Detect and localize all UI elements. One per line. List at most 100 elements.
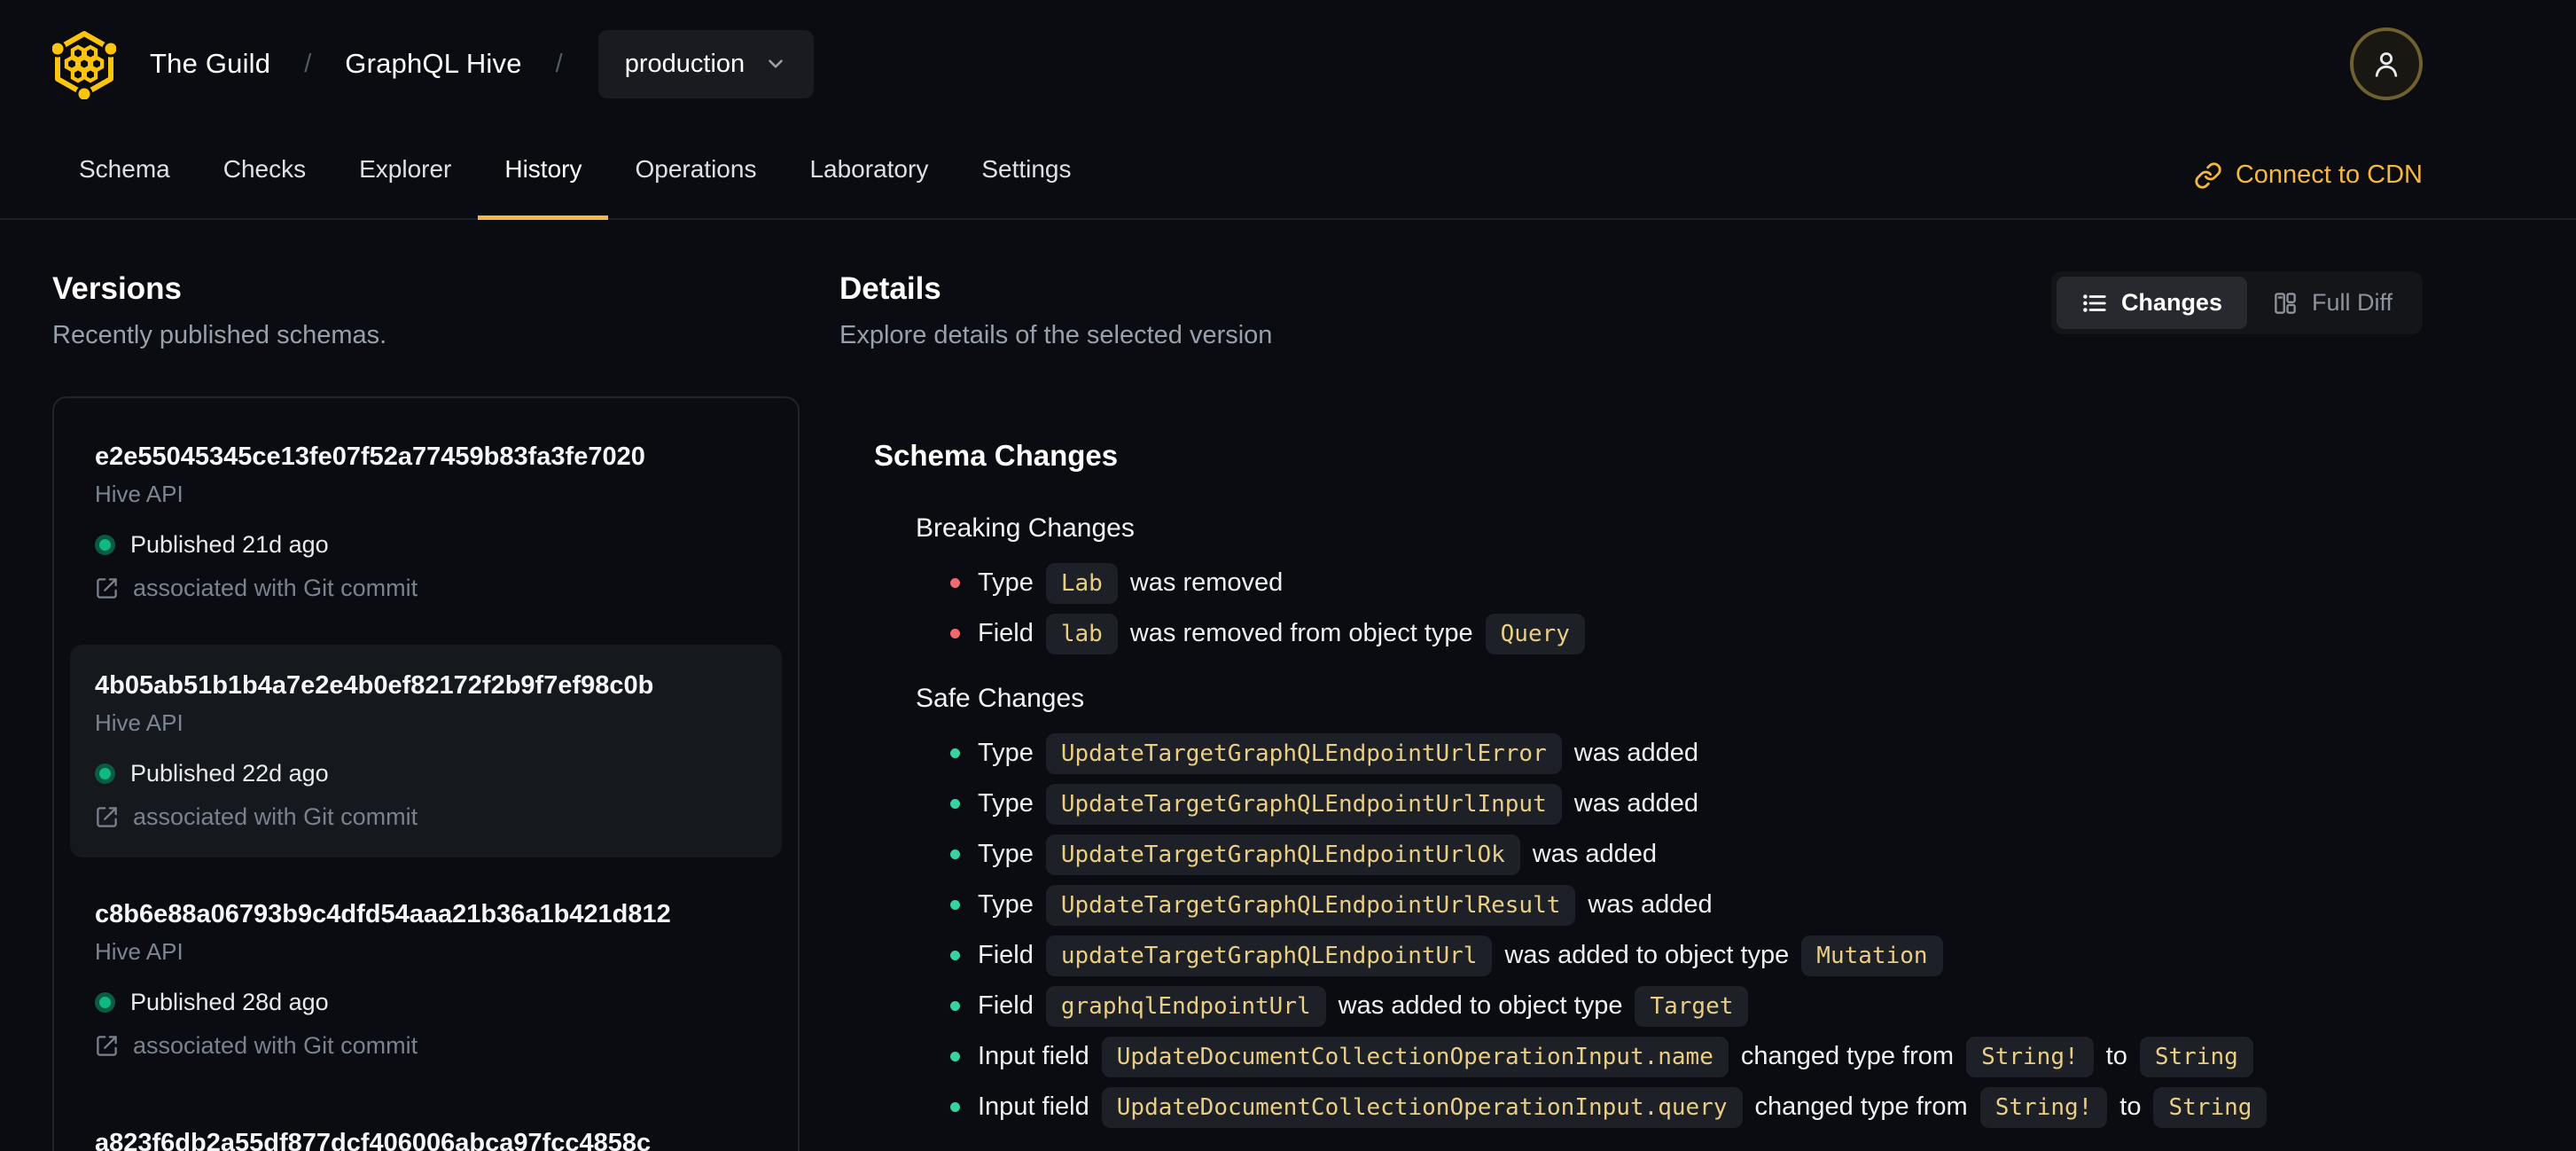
code-chip: UpdateTargetGraphQLEndpointUrlOk (1045, 834, 1520, 875)
published-text: Published 22d ago (130, 760, 329, 787)
version-list-item[interactable]: e2e55045345ce13fe07f52a77459b83fa3fe7020… (70, 416, 782, 629)
section-label: Breaking Changes (916, 513, 1135, 543)
user-menu-button[interactable] (2350, 27, 2423, 100)
versions-subtitle: Recently published schemas. (52, 321, 387, 349)
code-chip: UpdateDocumentCollectionOperationInput.n… (1101, 1036, 1729, 1077)
tab-laboratory[interactable]: Laboratory (783, 155, 955, 220)
change-bullet-icon (950, 748, 960, 758)
change-text: was added (1573, 789, 1699, 818)
target-selector-dropdown[interactable]: production (597, 29, 815, 98)
tab-explorer[interactable]: Explorer (332, 155, 478, 220)
schema-change-row: Field graphqlEndpointUrl was added to obje… (950, 981, 2423, 1031)
version-list-item[interactable]: 4b05ab51b1b4a7e2e4b0ef82172f2b9f7ef98c0b… (70, 645, 782, 857)
change-text: was removed from object type (1129, 619, 1473, 647)
schema-changes-heading: Schema Changes (874, 439, 1119, 472)
external-link-icon (97, 1036, 117, 1056)
version-list-item[interactable]: a823f6db2a55df877dcf406006abca97fcc4858c… (70, 1102, 782, 1151)
git-commit-link[interactable]: associated with Git commit (95, 803, 757, 831)
git-commit-link[interactable]: associated with Git commit (95, 575, 757, 602)
tab-checks[interactable]: Checks (197, 155, 332, 220)
external-link-icon (97, 578, 117, 599)
schema-change-row: Type UpdateTargetGraphQLEndpointUrlError w… (950, 728, 2423, 779)
change-bullet-icon (950, 850, 960, 859)
full-diff-view-label: Full Diff (2311, 289, 2393, 316)
change-text: Input field (978, 1092, 1089, 1121)
change-text: changed type from (1740, 1042, 1955, 1070)
schema-change-row: Type UpdateTargetGraphQLEndpointUrlResult… (950, 880, 2423, 930)
change-bullet-icon (950, 900, 960, 910)
change-text: was added (1573, 739, 1699, 767)
user-icon (2375, 52, 2398, 77)
change-text: Input field (978, 1042, 1089, 1070)
change-text: to (2119, 1092, 2142, 1121)
tab-settings[interactable]: Settings (955, 155, 1097, 220)
tab-history[interactable]: History (478, 155, 609, 220)
changes-section-breaking: Breaking Changes Type Lab was removed Field l… (916, 513, 2423, 659)
code-chip: String! (1966, 1036, 2094, 1077)
connect-to-cdn-button[interactable]: Connect to CDN (2194, 161, 2423, 218)
change-text: was added to object type (1504, 941, 1790, 969)
published-text: Published 21d ago (130, 531, 329, 558)
version-status: Published 21d ago (95, 531, 757, 559)
connect-to-cdn-label: Connect to CDN (2235, 161, 2423, 189)
version-hash: a823f6db2a55df877dcf406006abca97fcc4858c (95, 1129, 652, 1151)
change-text: Field (978, 941, 1034, 969)
change-list: Type UpdateTargetGraphQLEndpointUrlError w… (950, 728, 2423, 1132)
published-status-dot (95, 763, 115, 784)
version-service: Hive API (95, 481, 183, 507)
tab-operations[interactable]: Operations (608, 155, 783, 220)
full-diff-view-button[interactable]: Full Diff (2247, 277, 2417, 329)
version-hash: c8b6e88a06793b9c4dfd54aaa21b36a1b421d812 (95, 900, 671, 928)
breadcrumb-separator: / (304, 49, 312, 78)
change-bullet-icon (950, 951, 960, 960)
version-service: Hive API (95, 709, 183, 736)
details-panel: Details Explore details of the selected … (839, 271, 2423, 1151)
changes-view-label: Changes (2120, 289, 2222, 316)
tab-bar: Schema Checks Explorer History Operations Lab… (0, 115, 2576, 220)
change-bullet-icon (950, 799, 960, 809)
git-commit-link[interactable]: associated with Git commit (95, 1032, 757, 1060)
code-chip: Target (1635, 985, 1749, 1027)
schema-changes: Schema Changes Breaking Changes Type Lab wa… (874, 439, 2423, 1132)
external-link-icon (97, 807, 117, 827)
target-selector-value: production (624, 49, 745, 78)
version-list-item[interactable]: c8b6e88a06793b9c4dfd54aaa21b36a1b421d812… (70, 873, 782, 1086)
details-title: Details (839, 271, 941, 306)
change-text: was added to object type (1338, 991, 1623, 1020)
change-text: Type (978, 739, 1034, 767)
change-text: Type (978, 789, 1034, 818)
change-text: Type (978, 890, 1034, 919)
changes-view-button[interactable]: Changes (2056, 277, 2247, 329)
breadcrumb-project[interactable]: GraphQL Hive (345, 48, 521, 80)
schema-change-row: Type UpdateTargetGraphQLEndpointUrlInput w… (950, 779, 2423, 829)
schema-change-row: Input field UpdateDocumentCollectionOpera… (950, 1082, 2423, 1132)
hive-honeycomb-logo[interactable] (52, 28, 116, 99)
code-chip: String (2153, 1086, 2268, 1128)
tabs: Schema Checks Explorer History Operations Lab… (52, 155, 1098, 220)
versions-panel: Versions Recently published schemas. e2e… (52, 271, 800, 1151)
schema-change-row: Type Lab was removed (950, 558, 2423, 608)
tab-schema[interactable]: Schema (52, 155, 197, 220)
code-chip: String! (1979, 1086, 2108, 1128)
git-commit-label: associated with Git commit (133, 803, 418, 830)
schema-change-row: Field updateTargetGraphQLEndpointUrl was a… (950, 930, 2423, 981)
version-status: Published 22d ago (95, 760, 757, 787)
change-bullet-icon (950, 578, 960, 588)
schema-changes-sections: Breaking Changes Type Lab was removed Field l… (874, 513, 2423, 1132)
breadcrumb-org[interactable]: The Guild (150, 48, 270, 80)
code-chip: lab (1045, 613, 1118, 654)
version-hash: 4b05ab51b1b4a7e2e4b0ef82172f2b9f7ef98c0b (95, 671, 654, 700)
change-bullet-icon (950, 1052, 960, 1061)
published-text: Published 28d ago (130, 989, 329, 1015)
published-status-dot (95, 535, 115, 555)
code-chip: UpdateTargetGraphQLEndpointUrlError (1045, 732, 1562, 774)
versions-title: Versions (52, 271, 182, 306)
change-text: to (2105, 1042, 2127, 1070)
git-commit-label: associated with Git commit (133, 1032, 418, 1059)
schema-change-row: Input field UpdateDocumentCollectionOpera… (950, 1031, 2423, 1082)
list-icon (2083, 294, 2106, 312)
main-content: Versions Recently published schemas. e2e… (0, 220, 2576, 1151)
schema-change-row: Field lab was removed from object type Quer… (950, 608, 2423, 659)
change-text: Field (978, 991, 1034, 1020)
change-bullet-icon (950, 629, 960, 638)
